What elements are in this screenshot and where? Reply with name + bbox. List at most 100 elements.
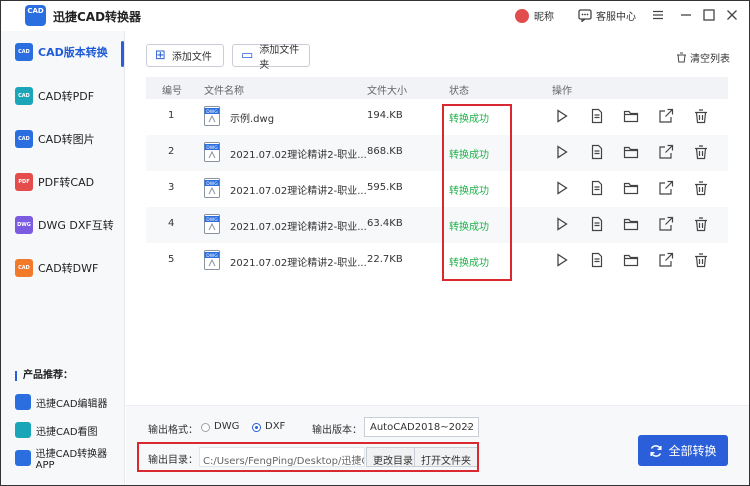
svg-text:DWG: DWG — [206, 109, 218, 115]
close-icon — [727, 10, 737, 20]
folder-icon[interactable] — [623, 180, 639, 196]
user-profile[interactable]: 昵称 — [515, 8, 554, 23]
file-table: 编号 文件名称 文件大小 状态 操作 1 DWG 示例.dwg 194.KB 转换成功 2… — [146, 77, 728, 359]
row-number: 1 — [168, 110, 175, 121]
row-number: 3 — [168, 182, 175, 193]
minimize-button[interactable] — [678, 7, 694, 23]
file-name: 2021.07.02理论精讲2-职业... — [230, 186, 367, 197]
play-icon[interactable] — [554, 252, 570, 268]
folder-icon[interactable] — [623, 144, 639, 160]
version-select[interactable]: AutoCAD2018~2022 ⌄ — [364, 417, 479, 437]
folder-icon[interactable] — [623, 108, 639, 124]
svg-text:DWG: DWG — [206, 253, 218, 259]
file-size: 868.KB — [367, 146, 403, 157]
recommend-item-cad-viewer[interactable]: 迅捷CAD看图 — [15, 421, 98, 439]
play-icon[interactable] — [554, 144, 570, 160]
sidebar-item-pdf-to-cad[interactable]: PDF PDF转CAD — [15, 172, 94, 192]
close-button[interactable] — [724, 7, 740, 23]
row-number: 4 — [168, 218, 175, 229]
document-icon[interactable] — [589, 180, 605, 196]
add-folder-icon: ▭ — [241, 48, 254, 63]
clear-icon — [677, 52, 686, 63]
output-dir-highlight-box — [137, 442, 479, 472]
table-row[interactable]: 5 DWG 2021.07.02理论精讲2-职业... 22.7KB 转换成功 — [146, 243, 728, 279]
sidebar-item-label: CAD转PDF — [38, 90, 95, 103]
add-folder-label: 添加文件夹 — [259, 44, 300, 71]
header-num: 编号 — [162, 86, 182, 97]
document-icon[interactable] — [589, 252, 605, 268]
delete-icon[interactable] — [693, 180, 709, 196]
file-size: 63.4KB — [367, 218, 403, 229]
menu-button[interactable] — [650, 7, 666, 23]
sidebar-item-cad-version[interactable]: CAD CAD版本转换 — [15, 42, 108, 62]
play-icon[interactable] — [554, 216, 570, 232]
sidebar-item-cad-to-image[interactable]: CAD CAD转图片 — [15, 129, 95, 149]
delete-icon[interactable] — [693, 216, 709, 232]
maximize-button[interactable] — [701, 7, 717, 23]
sidebar-item-dwg-dxf[interactable]: DWG DWG DXF互转 — [15, 215, 114, 235]
table-row[interactable]: 4 DWG 2021.07.02理论精讲2-职业... 63.4KB 转换成功 — [146, 207, 728, 243]
share-icon[interactable] — [658, 216, 674, 232]
refresh-icon — [650, 444, 663, 457]
table-row[interactable]: 1 DWG 示例.dwg 194.KB 转换成功 — [146, 99, 728, 135]
share-icon[interactable] — [658, 108, 674, 124]
sidebar: CAD CAD版本转换 CAD CAD转PDF CAD CAD转图片 PDF P… — [1, 31, 125, 485]
recommend-title: 产品推荐： — [15, 371, 73, 381]
share-icon[interactable] — [658, 252, 674, 268]
sidebar-item-cad-to-dwf[interactable]: CAD CAD转DWF — [15, 258, 98, 278]
document-icon[interactable] — [589, 144, 605, 160]
share-icon[interactable] — [658, 144, 674, 160]
recommend-label: 迅捷CAD看图 — [36, 426, 98, 438]
status-highlight-box — [442, 104, 512, 281]
convert-all-label: 全部转换 — [668, 444, 717, 458]
version-value: AutoCAD2018~2022 — [370, 422, 475, 433]
share-icon[interactable] — [658, 180, 674, 196]
file-size: 22.7KB — [367, 254, 403, 265]
recommend-item-cad-app[interactable]: 迅捷CAD转换器APP — [15, 449, 124, 471]
file-size: 595.KB — [367, 182, 403, 193]
clear-list-button[interactable]: 清空列表 — [676, 50, 730, 65]
cad-editor-icon — [15, 394, 31, 410]
header-action: 操作 — [552, 86, 572, 97]
output-version-label: 输出版本： — [312, 425, 362, 436]
document-icon[interactable] — [589, 216, 605, 232]
dwg-file-icon: DWG — [204, 250, 220, 270]
folder-icon[interactable] — [623, 216, 639, 232]
add-folder-button[interactable]: ▭ 添加文件夹 — [232, 44, 310, 71]
chat-icon — [578, 9, 592, 22]
delete-icon[interactable] — [693, 108, 709, 124]
convert-all-button[interactable]: 全部转换 — [638, 435, 728, 466]
recommend-label: 迅捷CAD转换器APP — [35, 449, 108, 471]
play-icon[interactable] — [554, 180, 570, 196]
format-radio-dxf[interactable] — [252, 423, 261, 432]
add-file-icon: ⊞ — [155, 48, 166, 63]
recommend-item-cad-editor[interactable]: 迅捷CAD编辑器 — [15, 393, 108, 411]
dwg-file-icon: DWG — [204, 142, 220, 162]
table-row[interactable]: 3 DWG 2021.07.02理论精讲2-职业... 595.KB 转换成功 — [146, 171, 728, 207]
header-size: 文件大小 — [367, 86, 407, 97]
table-row[interactable]: 2 DWG 2021.07.02理论精讲2-职业... 868.KB 转换成功 — [146, 135, 728, 171]
delete-icon[interactable] — [693, 252, 709, 268]
folder-icon[interactable] — [623, 252, 639, 268]
avatar — [515, 8, 529, 23]
customer-service-button[interactable]: 客服中心 — [578, 8, 636, 23]
header-name: 文件名称 — [204, 86, 244, 97]
app-title: 迅捷CAD转换器 — [53, 10, 142, 24]
sidebar-item-label: CAD版本转换 — [38, 46, 108, 59]
format-dxf-label: DXF — [265, 421, 286, 432]
delete-icon[interactable] — [693, 144, 709, 160]
recommend-label: 迅捷CAD编辑器 — [36, 398, 108, 410]
sidebar-item-cad-to-pdf[interactable]: CAD CAD转PDF — [15, 86, 94, 106]
document-icon[interactable] — [589, 108, 605, 124]
chevron-down-icon: ⌄ — [464, 421, 472, 431]
cad-viewer-icon — [15, 422, 31, 438]
title-bar: CAD 迅捷CAD转换器 昵称 客服中心 — [1, 1, 749, 31]
active-indicator — [121, 41, 124, 67]
svg-text:DWG: DWG — [206, 181, 218, 187]
play-icon[interactable] — [554, 108, 570, 124]
output-format-label: 输出格式： — [148, 425, 198, 436]
maximize-icon — [703, 9, 715, 21]
format-radio-dwg[interactable] — [201, 423, 210, 432]
add-file-button[interactable]: ⊞ 添加文件 — [146, 44, 224, 67]
file-size: 194.KB — [367, 110, 403, 121]
